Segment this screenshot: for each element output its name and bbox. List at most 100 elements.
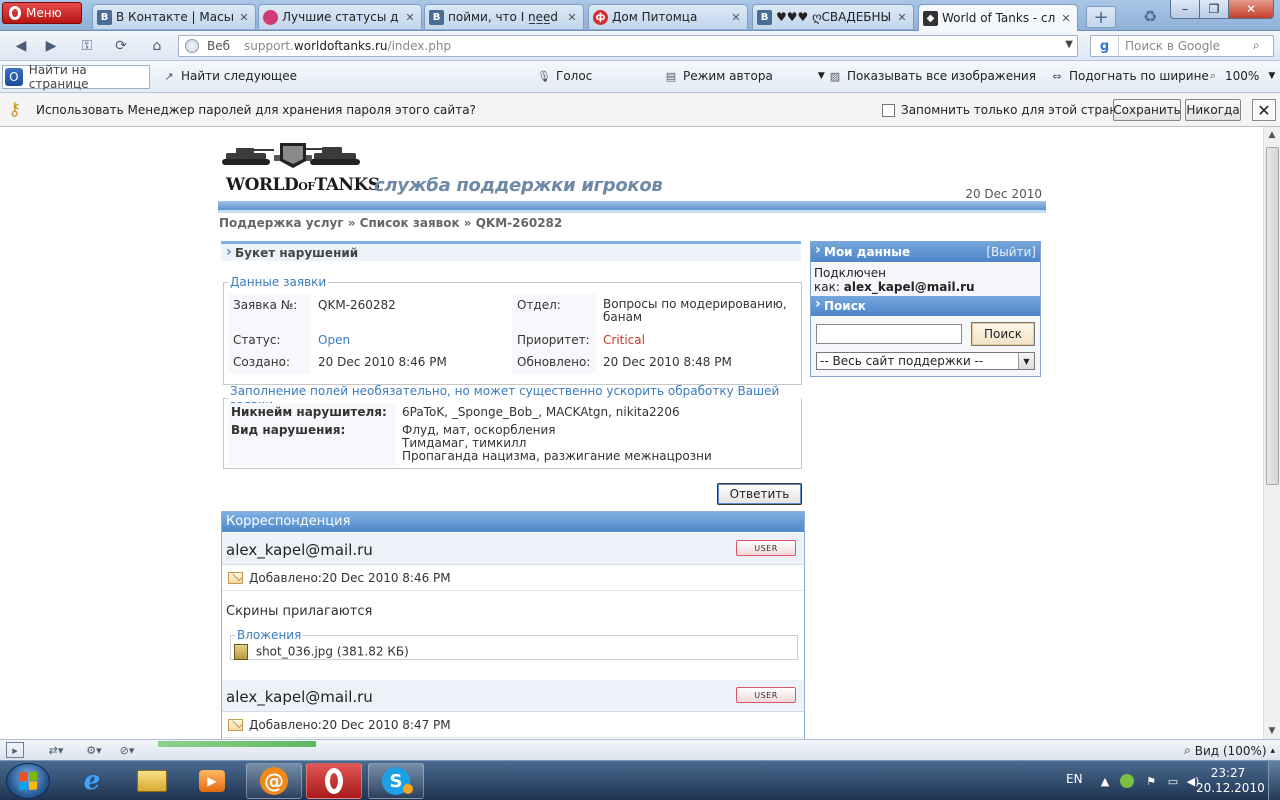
- internet-explorer-icon[interactable]: e: [64, 763, 120, 799]
- voice-button[interactable]: 🎙 Голос: [537, 69, 592, 83]
- reply-button[interactable]: Ответить: [717, 483, 802, 505]
- tab-vk-3[interactable]: В ♥♥♥ ღСВАДЕБНЫ... ✕: [752, 4, 914, 29]
- media-player-icon[interactable]: ▶: [184, 763, 240, 799]
- vertical-scrollbar[interactable]: ▲ ▼: [1263, 127, 1280, 739]
- find-input[interactable]: O Найти на странице: [2, 63, 150, 91]
- opera-logo-icon: [9, 6, 21, 20]
- unite-icon[interactable]: ⚙▾: [80, 742, 108, 758]
- close-icon[interactable]: ✕: [729, 10, 743, 24]
- priority-label: Приоритет:: [517, 333, 590, 347]
- scroll-down-icon[interactable]: ▼: [1264, 723, 1280, 739]
- search-scope-select[interactable]: -- Весь сайт поддержки -- ▼: [816, 352, 1035, 370]
- header-stripe: [218, 201, 1046, 213]
- find-next-icon: ↗: [164, 69, 174, 83]
- department-value: Вопросы по модерированию, банам: [603, 297, 787, 324]
- address-scope-label: Веб: [207, 39, 231, 53]
- breadcrumb[interactable]: Поддержка услуг » Список заявок » QKM-26…: [219, 216, 562, 230]
- action-center-icon[interactable]: ⚑: [1144, 774, 1158, 788]
- sync-icon[interactable]: ⇄▾: [42, 742, 70, 758]
- world-of-tanks-logo[interactable]: WORLDOFTANKS: [218, 139, 380, 201]
- panel-toggle-icon[interactable]: ▸: [6, 742, 24, 758]
- minimize-button[interactable]: –: [1170, 0, 1200, 19]
- tab-vk-2[interactable]: В пойми, что I n̲e̲e̲d ... ✕: [424, 4, 584, 29]
- envelope-icon: [228, 572, 243, 584]
- skype-icon[interactable]: S: [368, 763, 424, 799]
- show-images-button[interactable]: ▨ Показывать все изображения: [828, 69, 1036, 83]
- reload-icon[interactable]: ⟳: [108, 35, 134, 57]
- status-value: Open: [318, 333, 351, 347]
- search-button[interactable]: Поиск: [971, 322, 1035, 346]
- opera-icon[interactable]: [306, 763, 362, 799]
- tab-statuses[interactable]: Лучшие статусы дл... ✕: [258, 4, 422, 29]
- message-author: alex_kapel@mail.ru: [226, 541, 373, 559]
- search-icon[interactable]: ⌕: [1253, 38, 1269, 54]
- back-icon[interactable]: ◀: [8, 35, 34, 57]
- scroll-up-icon[interactable]: ▲: [1264, 127, 1280, 143]
- close-icon[interactable]: ✕: [1059, 11, 1073, 25]
- connected-label: Подключен: [814, 266, 886, 280]
- explorer-icon[interactable]: [124, 763, 180, 799]
- search-input[interactable]: [816, 324, 962, 344]
- show-desktop-button[interactable]: [1268, 761, 1280, 800]
- author-mode-button[interactable]: ▤ Режим автора ▼: [664, 69, 825, 83]
- chevron-down-icon[interactable]: ▼: [1065, 39, 1073, 50]
- microphone-icon: 🎙: [537, 69, 551, 83]
- close-window-button[interactable]: ✕: [1228, 0, 1274, 19]
- mail-agent-icon[interactable]: @: [246, 763, 302, 799]
- attachment-name[interactable]: shot_036.jpg: [256, 645, 333, 659]
- find-toolbar: O Найти на странице ↗ Найти следующее 🎙 …: [0, 61, 1280, 93]
- vk-icon: В: [757, 9, 772, 25]
- key-icon[interactable]: ⚿: [74, 35, 100, 57]
- close-icon[interactable]: ✕: [565, 10, 579, 24]
- fit-width-label: Подогнать по ширине: [1069, 69, 1209, 83]
- home-icon[interactable]: ⌂: [144, 35, 170, 57]
- opera-mini-icon: O: [5, 68, 23, 86]
- zoom-dropdown[interactable]: ⌕ 100% ▼: [1206, 69, 1275, 83]
- clock[interactable]: 23:27 20.12.2010: [1196, 766, 1265, 796]
- icq-icon[interactable]: [1120, 774, 1134, 788]
- tray-expand-icon[interactable]: ▲: [1098, 774, 1112, 788]
- turbo-icon[interactable]: ⊘▾: [112, 742, 142, 758]
- forward-icon[interactable]: ▶: [38, 35, 64, 57]
- start-button[interactable]: [6, 763, 50, 799]
- remember-only-checkbox[interactable]: [882, 104, 895, 117]
- network-icon[interactable]: ▭: [1166, 774, 1180, 788]
- close-icon[interactable]: ✕: [895, 10, 909, 24]
- trash-icon[interactable]: ♻: [1138, 4, 1162, 28]
- updated-label: Обновлено:: [517, 355, 591, 369]
- violator-nick-label: Никнейм нарушителя:: [231, 405, 387, 419]
- tab-vk-1[interactable]: В В Контакте | Маськ... ✕: [92, 4, 256, 29]
- attachment-item[interactable]: shot_036.jpg (381.82 КБ): [234, 644, 409, 660]
- chevron-down-icon[interactable]: ▼: [818, 71, 825, 81]
- message-meta: Добавлено:20 Dec 2010 8:47 PM: [222, 712, 804, 738]
- pet-site-icon: ф: [593, 9, 608, 25]
- wot-icon: ◆: [923, 10, 938, 26]
- tab-pet-home[interactable]: ф Дом Питомца ✕: [588, 4, 748, 29]
- maximize-button[interactable]: ❐: [1199, 0, 1229, 19]
- opera-menu-button[interactable]: Меню: [2, 2, 82, 24]
- fit-width-button[interactable]: ⇔ Подогнать по ширине: [1050, 69, 1209, 83]
- google-icon[interactable]: g: [1091, 36, 1119, 56]
- close-icon[interactable]: ✕: [1252, 99, 1276, 121]
- search-field[interactable]: g Поиск в Google ⌕: [1090, 35, 1274, 57]
- language-indicator[interactable]: EN: [1066, 772, 1083, 786]
- violation-type-line: Пропаганда нацизма, разжигание межнацроз…: [402, 449, 712, 463]
- address-field[interactable]: Веб support.worldoftanks.ru/index.php ▼: [178, 35, 1078, 57]
- status-zoom[interactable]: ⌕ Вид (100%) ▴: [1184, 743, 1275, 758]
- close-icon[interactable]: ✕: [403, 10, 417, 24]
- save-password-button[interactable]: Сохранить: [1113, 99, 1181, 121]
- new-tab-button[interactable]: +: [1086, 6, 1116, 28]
- tab-world-of-tanks[interactable]: ◆ World of Tanks - сл... ✕: [918, 4, 1078, 31]
- never-button[interactable]: Никогда: [1185, 99, 1241, 121]
- fit-width-icon: ⇔: [1052, 69, 1062, 83]
- logout-link[interactable]: [Выйти]: [986, 245, 1036, 259]
- message-author: alex_kapel@mail.ru: [226, 688, 373, 706]
- windows-taskbar: e ▶ @ S EN ▲ ⚑ ▭ ◀) 23:27 20.12.2010: [0, 760, 1280, 800]
- violation-type-line: Тимдамаг, тимкилл: [402, 436, 527, 450]
- correspondence-title: Корреспонденция: [222, 512, 804, 532]
- tab-title: Дом Питомца: [612, 10, 698, 24]
- find-next-button[interactable]: ↗ Найти следующее: [162, 69, 297, 83]
- close-icon[interactable]: ✕: [237, 10, 251, 24]
- attachment-size: (381.82 КБ): [336, 644, 409, 659]
- scrollbar-thumb[interactable]: [1266, 147, 1279, 485]
